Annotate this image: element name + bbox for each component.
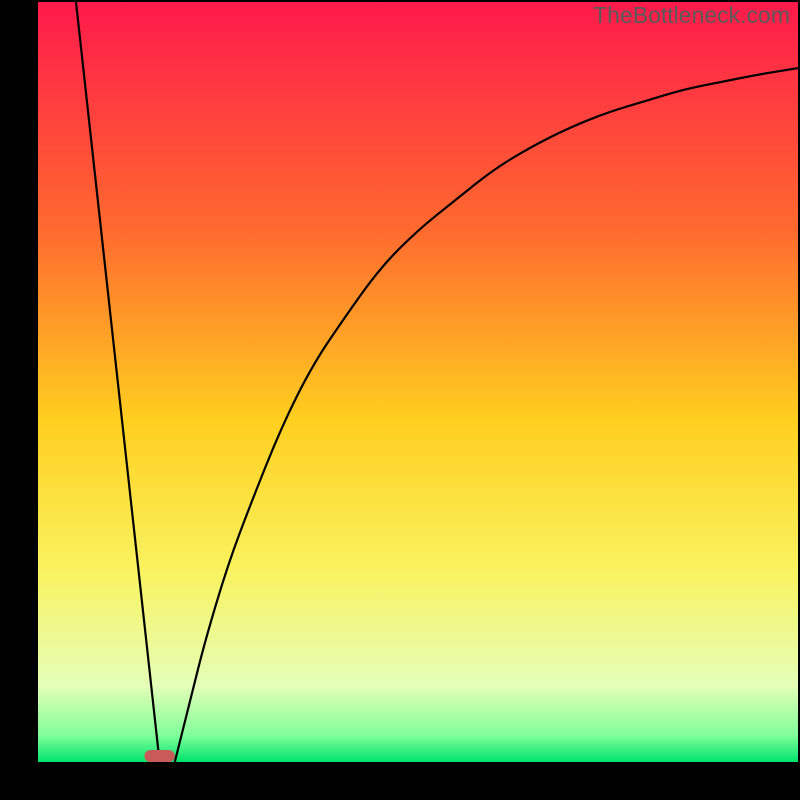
plot-area (38, 2, 798, 762)
watermark: TheBottleneck.com (593, 2, 790, 29)
chart-svg (0, 0, 800, 800)
minimum-marker (144, 750, 174, 762)
bottleneck-chart: TheBottleneck.com (0, 0, 800, 800)
